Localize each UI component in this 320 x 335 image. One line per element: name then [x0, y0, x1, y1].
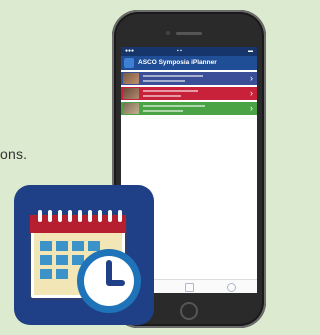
- list-title-line: [143, 90, 198, 92]
- app-header: ASCO Symposia iPlanner: [121, 56, 257, 70]
- list-thumbnail: [123, 73, 139, 84]
- list-item[interactable]: ›: [121, 87, 257, 100]
- signal-icon: ●●●: [125, 48, 135, 54]
- list-title-line: [143, 75, 203, 77]
- list-title-line: [143, 105, 205, 107]
- list-thumbnail: [123, 88, 139, 99]
- clock-dots: ▪ ▪: [177, 48, 182, 54]
- list-subtitle-line: [143, 95, 181, 97]
- tab-info-icon[interactable]: [227, 283, 236, 292]
- text-fragment: ons.: [0, 146, 28, 162]
- list-thumbnail: [123, 103, 139, 114]
- home-button[interactable]: [180, 302, 198, 320]
- chevron-right-icon: ›: [250, 88, 253, 98]
- chevron-right-icon: ›: [250, 103, 253, 113]
- speaker: [176, 32, 202, 35]
- app-title: ASCO Symposia iPlanner: [138, 59, 217, 66]
- list-item[interactable]: ›: [121, 102, 257, 115]
- app-logo-icon: [124, 58, 134, 68]
- list-subtitle-line: [143, 110, 183, 112]
- list-subtitle-line: [143, 80, 185, 82]
- status-bar: ●●● ▪ ▪ ▬: [121, 47, 257, 56]
- tab-document-icon[interactable]: [185, 283, 194, 292]
- camera: [166, 31, 170, 35]
- list-item[interactable]: ›: [121, 72, 257, 85]
- chevron-right-icon: ›: [250, 73, 253, 83]
- calendar-clock-icon: [14, 185, 156, 325]
- battery-icon: ▬: [248, 48, 253, 54]
